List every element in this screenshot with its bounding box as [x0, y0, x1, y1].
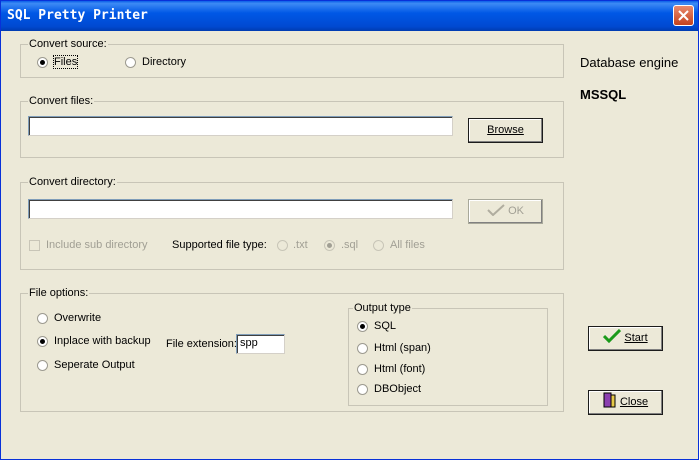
files-path-input[interactable]: [28, 116, 453, 136]
window-title: SQL Pretty Printer: [7, 8, 148, 23]
title-bar[interactable]: SQL Pretty Printer: [1, 1, 698, 31]
convert-source-group: Convert source:: [20, 38, 564, 78]
output-html-font-radio[interactable]: [357, 364, 368, 375]
convert-directory-legend: Convert directory:: [28, 176, 117, 188]
option-overwrite-label[interactable]: Overwrite: [54, 312, 101, 324]
output-type-legend: Output type: [353, 302, 412, 314]
output-sql-label[interactable]: SQL: [374, 320, 396, 332]
database-engine-label: Database engine: [580, 55, 679, 70]
output-html-font-label[interactable]: Html (font): [374, 363, 425, 375]
source-files-label[interactable]: Files: [52, 55, 79, 69]
file-type-label: Supported file type:: [172, 239, 267, 251]
output-dbobject-label[interactable]: DBObject: [374, 383, 421, 395]
include-subdir-checkbox[interactable]: [29, 240, 40, 251]
convert-files-legend: Convert files:: [28, 95, 95, 107]
output-dbobject-radio[interactable]: [357, 384, 368, 395]
app-window: SQL Pretty Printer Convert source: Files…: [0, 0, 699, 460]
option-inplace-label[interactable]: Inplace with backup: [54, 335, 151, 347]
filetype-all-radio[interactable]: [373, 240, 384, 251]
output-sql-radio[interactable]: [357, 321, 368, 332]
directory-path-input[interactable]: [28, 199, 453, 219]
source-directory-radio[interactable]: [125, 57, 136, 68]
convert-directory-group: Convert directory:: [20, 176, 564, 270]
database-engine-value: MSSQL: [580, 87, 627, 102]
output-html-span-label[interactable]: Html (span): [374, 342, 431, 354]
start-button[interactable]: Start: [588, 326, 663, 351]
output-html-span-radio[interactable]: [357, 343, 368, 354]
filetype-txt-label[interactable]: .txt: [293, 239, 308, 251]
convert-source-legend: Convert source:: [28, 38, 108, 50]
source-files-radio[interactable]: [37, 57, 48, 68]
close-icon: [678, 10, 689, 21]
file-options-legend: File options:: [28, 287, 90, 299]
close-button[interactable]: Close: [588, 390, 663, 415]
browse-button[interactable]: Browse: [468, 118, 543, 143]
ok-label: OK: [508, 205, 524, 217]
filetype-sql-label[interactable]: .sql: [341, 239, 358, 251]
filetype-txt-radio[interactable]: [277, 240, 288, 251]
option-separate-radio[interactable]: [37, 360, 48, 371]
door-icon: [603, 392, 616, 408]
start-label: Start: [624, 332, 648, 344]
filetype-sql-radio[interactable]: [324, 240, 335, 251]
checkmark-icon: [603, 328, 622, 344]
window-close-button[interactable]: [673, 5, 694, 26]
filetype-all-label[interactable]: All files: [390, 239, 425, 251]
option-inplace-radio[interactable]: [37, 336, 48, 347]
file-extension-label: File extension:: [166, 338, 237, 350]
close-label: Close: [619, 396, 649, 408]
source-directory-label[interactable]: Directory: [142, 56, 186, 68]
browse-label: Browse: [487, 124, 524, 136]
option-overwrite-radio[interactable]: [37, 313, 48, 324]
check-icon: [487, 204, 505, 217]
file-extension-input[interactable]: spp: [236, 334, 285, 354]
include-subdir-label[interactable]: Include sub directory: [46, 239, 148, 251]
option-separate-label[interactable]: Seperate Output: [54, 359, 135, 371]
ok-button[interactable]: OK: [468, 199, 543, 224]
